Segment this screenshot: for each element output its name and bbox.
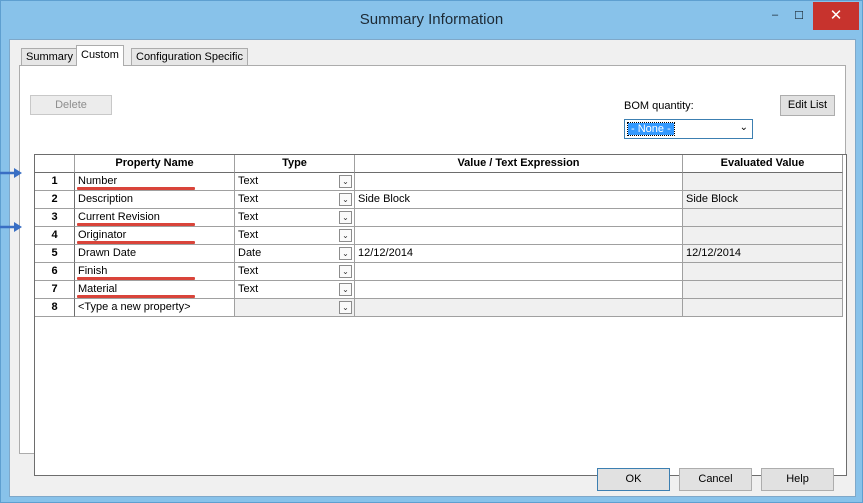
chevron-down-icon[interactable]: ⌄: [339, 193, 352, 206]
close-icon[interactable]: ✕: [813, 2, 859, 30]
type-cell[interactable]: Text ⌄: [235, 191, 355, 209]
window-title: Summary Information: [359, 11, 504, 28]
column-header-property-name[interactable]: Property Name: [75, 155, 235, 173]
column-header-evaluated-value[interactable]: Evaluated Value: [683, 155, 843, 173]
type-cell[interactable]: Text ⌄: [235, 281, 355, 299]
evaluated-value-cell: Side Block: [683, 191, 843, 209]
custom-tab-panel: Delete BOM quantity: - None - ⌄ Edit Lis…: [19, 65, 847, 476]
evaluated-value-cell: 12/12/2014: [683, 245, 843, 263]
annotation-arrow-icon: [0, 222, 22, 232]
tab-custom[interactable]: Custom: [76, 45, 124, 66]
type-value: Text: [238, 193, 259, 205]
bom-quantity-value: - None -: [627, 122, 675, 136]
annotation-underline: [77, 277, 195, 280]
evaluated-value-cell: [683, 173, 843, 191]
annotation-underline: [77, 223, 195, 226]
row-number[interactable]: 7: [35, 281, 75, 299]
type-cell[interactable]: ⌄: [235, 299, 355, 317]
annotation-arrow-icon: [0, 168, 22, 178]
value-cell[interactable]: [355, 173, 683, 191]
annotation-underline: [77, 187, 195, 190]
row-number[interactable]: 1: [35, 173, 75, 191]
type-cell[interactable]: Date ⌄: [235, 245, 355, 263]
evaluated-value-cell: [683, 209, 843, 227]
type-value: Text: [238, 211, 259, 223]
help-button[interactable]: Help: [761, 468, 834, 491]
maximize-icon[interactable]: ☐: [787, 9, 811, 27]
annotation-underline: [77, 241, 195, 244]
tab-configuration-specific[interactable]: Configuration Specific: [131, 48, 249, 65]
type-value: Text: [238, 175, 259, 187]
type-value: Text: [238, 265, 259, 277]
chevron-down-icon: ⌄: [739, 122, 748, 133]
delete-button[interactable]: Delete: [30, 95, 112, 115]
dialog-body: Summary Custom Configuration Specific De…: [9, 39, 856, 497]
property-name-cell[interactable]: Description: [75, 191, 235, 209]
column-header-type[interactable]: Type: [235, 155, 355, 173]
row-number[interactable]: 6: [35, 263, 75, 281]
evaluated-value-cell: [683, 299, 843, 317]
value-cell[interactable]: [355, 299, 683, 317]
value-cell[interactable]: [355, 227, 683, 245]
type-cell[interactable]: Text ⌄: [235, 263, 355, 281]
chevron-down-icon[interactable]: ⌄: [339, 283, 352, 296]
type-value: Date: [238, 247, 262, 259]
row-number[interactable]: 8: [35, 299, 75, 317]
row-number[interactable]: 3: [35, 209, 75, 227]
row-number[interactable]: 2: [35, 191, 75, 209]
bom-quantity-select[interactable]: - None - ⌄: [624, 119, 753, 139]
evaluated-value-cell: [683, 227, 843, 245]
row-number[interactable]: 5: [35, 245, 75, 263]
ok-button[interactable]: OK: [597, 468, 670, 491]
type-cell[interactable]: Text ⌄: [235, 209, 355, 227]
chevron-down-icon[interactable]: ⌄: [339, 247, 352, 260]
evaluated-value-cell: [683, 281, 843, 299]
value-cell[interactable]: 12/12/2014: [355, 245, 683, 263]
cancel-button[interactable]: Cancel: [679, 468, 752, 491]
property-name-cell[interactable]: Drawn Date: [75, 245, 235, 263]
chevron-down-icon[interactable]: ⌄: [339, 175, 352, 188]
value-cell[interactable]: [355, 209, 683, 227]
column-header-value[interactable]: Value / Text Expression: [355, 155, 683, 173]
custom-properties-grid: Property Name Type Value / Text Expressi…: [34, 154, 847, 476]
minimize-icon[interactable]: –: [763, 9, 787, 27]
type-value: Text: [238, 229, 259, 241]
summary-information-dialog: Summary Information – ☐ ✕ Summary Custom…: [0, 0, 863, 503]
new-property-cell[interactable]: <Type a new property>: [75, 299, 235, 317]
chevron-down-icon[interactable]: ⌄: [339, 301, 352, 314]
chevron-down-icon[interactable]: ⌄: [339, 229, 352, 242]
title-bar[interactable]: Summary Information – ☐ ✕: [1, 1, 862, 39]
value-cell[interactable]: [355, 281, 683, 299]
row-number[interactable]: 4: [35, 227, 75, 245]
type-cell[interactable]: Text ⌄: [235, 227, 355, 245]
corner-header-cell[interactable]: [35, 155, 75, 173]
edit-list-button[interactable]: Edit List: [780, 95, 835, 116]
evaluated-value-cell: [683, 263, 843, 281]
value-cell[interactable]: Side Block: [355, 191, 683, 209]
chevron-down-icon[interactable]: ⌄: [339, 211, 352, 224]
annotation-underline: [77, 295, 195, 298]
tab-summary[interactable]: Summary: [21, 48, 79, 65]
bom-quantity-label: BOM quantity:: [624, 100, 694, 112]
type-value: Text: [238, 283, 259, 295]
value-cell[interactable]: [355, 263, 683, 281]
chevron-down-icon[interactable]: ⌄: [339, 265, 352, 278]
type-cell[interactable]: Text ⌄: [235, 173, 355, 191]
